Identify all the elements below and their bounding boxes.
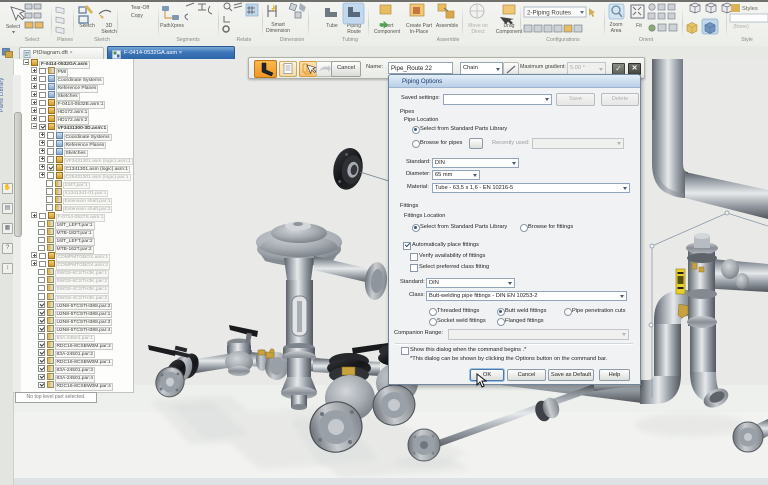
svg-text:Styles: Styles (742, 6, 758, 12)
svg-text:2-Piping Routes: 2-Piping Routes (527, 10, 571, 17)
